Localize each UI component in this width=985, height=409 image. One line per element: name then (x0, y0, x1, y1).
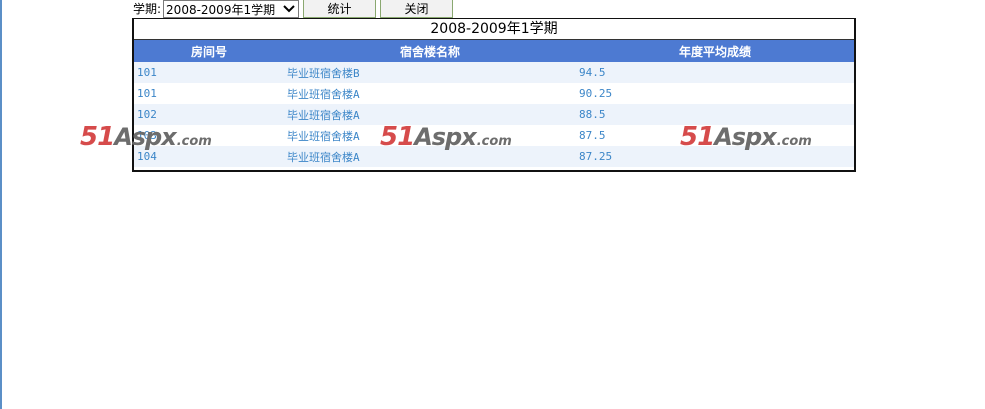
cell-building: 毕业班宿舍楼A (284, 146, 576, 167)
cell-score: 87.25 (576, 146, 854, 167)
term-select[interactable]: 2008-2009年1学期 (163, 0, 300, 18)
cell-room: 103 (134, 125, 284, 146)
term-label: 学期: (133, 2, 162, 16)
cell-score: 87.5 (576, 125, 854, 146)
results-panel: 2008-2009年1学期 房间号 宿舍楼名称 年度平均成绩 101 毕业班宿舍… (132, 18, 856, 172)
cell-score: 94.5 (576, 62, 854, 83)
panel-title: 2008-2009年1学期 (134, 19, 854, 40)
table-row: 101 毕业班宿舍楼A 90.25 (134, 83, 854, 104)
window-left-border (0, 0, 2, 409)
header-score[interactable]: 年度平均成绩 (576, 40, 854, 62)
chevron-down-icon (282, 2, 296, 16)
table-header-row: 房间号 宿舍楼名称 年度平均成绩 (134, 40, 854, 62)
cell-score: 90.25 (576, 83, 854, 104)
table-row: 104 毕业班宿舍楼A 87.25 (134, 146, 854, 167)
table-row: 101 毕业班宿舍楼B 94.5 (134, 62, 854, 83)
cell-room: 101 (134, 62, 284, 83)
cell-room: 104 (134, 146, 284, 167)
toolbar: 学期: 2008-2009年1学期 统计 关闭 (133, 0, 454, 18)
cell-building: 毕业班宿舍楼B (284, 62, 576, 83)
header-room[interactable]: 房间号 (134, 40, 284, 62)
cell-building: 毕业班宿舍楼A (284, 83, 576, 104)
term-select-value: 2008-2009年1学期 (166, 2, 276, 17)
results-table: 房间号 宿舍楼名称 年度平均成绩 101 毕业班宿舍楼B 94.5 101 毕业… (134, 40, 854, 167)
table-row: 102 毕业班宿舍楼A 88.5 (134, 104, 854, 125)
cell-room: 102 (134, 104, 284, 125)
cell-building: 毕业班宿舍楼A (284, 125, 576, 146)
close-button[interactable]: 关闭 (380, 0, 454, 18)
cell-room: 101 (134, 83, 284, 104)
header-building[interactable]: 宿舍楼名称 (284, 40, 576, 62)
cell-building: 毕业班宿舍楼A (284, 104, 576, 125)
table-row: 103 毕业班宿舍楼A 87.5 (134, 125, 854, 146)
stats-button[interactable]: 统计 (303, 0, 377, 18)
cell-score: 88.5 (576, 104, 854, 125)
